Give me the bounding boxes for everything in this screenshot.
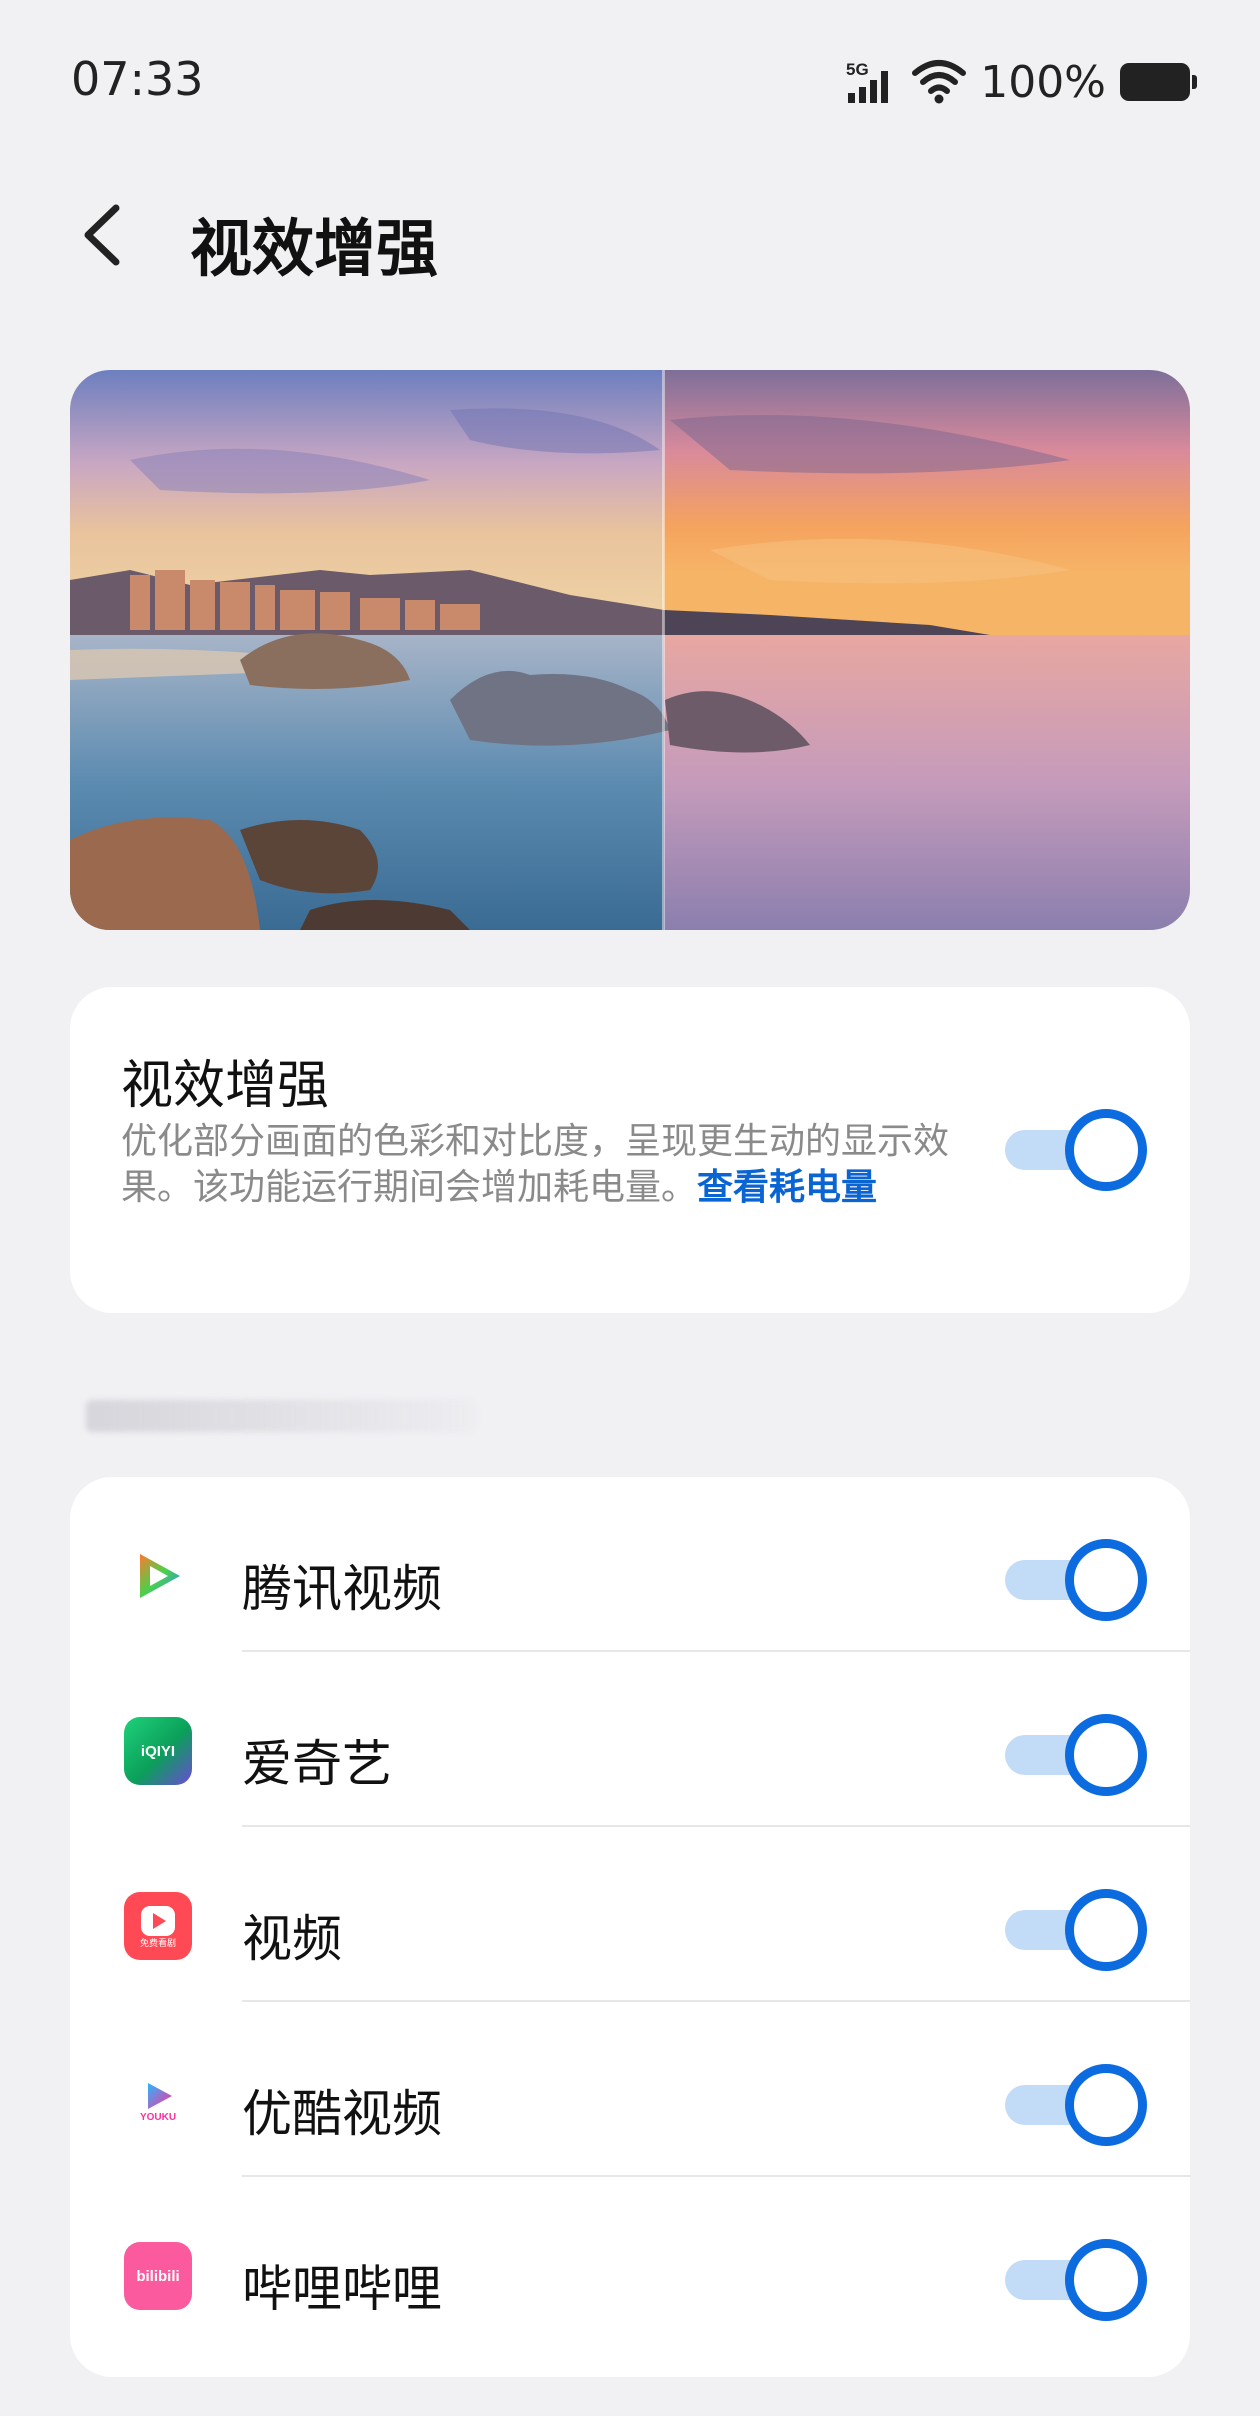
iqiyi-logo-text: iQIYI	[140, 1742, 176, 1760]
app-toggle[interactable]	[1005, 2239, 1147, 2321]
status-bar: 07:33 5G 100%	[0, 0, 1260, 165]
power-usage-link[interactable]: 查看耗电量	[697, 1167, 877, 1208]
app-row-bilibili[interactable]: bilibili 哔哩哔哩	[70, 2177, 1190, 2352]
setting-title: 视效增强	[121, 1056, 330, 1116]
app-name: 哔哩哔哩	[242, 2260, 442, 2318]
preview-image	[70, 370, 1190, 930]
toggle-knob	[1065, 1539, 1147, 1621]
battery-icon	[1120, 63, 1197, 101]
bilibili-icon: bilibili	[124, 2242, 192, 2310]
toggle-knob	[1065, 1714, 1147, 1796]
blurred-text	[86, 1400, 476, 1432]
app-name: 视频	[242, 1910, 342, 1968]
app-toggle[interactable]	[1005, 1889, 1147, 1971]
main-setting-card: 视效增强 优化部分画面的色彩和对比度，呈现更生动的显示效果。该功能运行期间会增加…	[70, 987, 1190, 1313]
youku-logo-text: YOUKU	[139, 2112, 177, 2123]
header: 视效增强	[0, 180, 1260, 290]
status-indicators: 5G 100%	[846, 56, 1197, 108]
app-row-video[interactable]: 免费看剧 视频	[70, 1827, 1190, 2002]
toggle-knob	[1065, 1889, 1147, 1971]
bilibili-logo-text: bilibili	[136, 2267, 180, 2285]
status-time: 07:33	[71, 52, 204, 106]
tencent-video-icon	[124, 1542, 192, 1610]
setting-description: 优化部分画面的色彩和对比度，呈现更生动的显示效果。该功能运行期间会增加耗电量。查…	[121, 1119, 1001, 1211]
iqiyi-icon: iQIYI	[124, 1717, 192, 1785]
wifi-icon	[912, 60, 967, 104]
toggle-knob	[1065, 1109, 1147, 1191]
app-toggle[interactable]	[1005, 1714, 1147, 1796]
app-name: 腾讯视频	[242, 1560, 442, 1618]
page-title: 视效增强	[190, 212, 439, 285]
toggle-knob	[1065, 2239, 1147, 2321]
app-row-youku[interactable]: YOUKU 优酷视频	[70, 2002, 1190, 2177]
app-toggle[interactable]	[1005, 1539, 1147, 1621]
video-app-icon: 免费看剧	[124, 1892, 192, 1960]
app-row-iqiyi[interactable]: iQIYI 爱奇艺	[70, 1652, 1190, 1827]
svg-text:5G: 5G	[846, 60, 869, 79]
apps-card: 腾讯视频 iQIYI 爱奇艺 免费看剧 视频 YOUKU 优酷视频 bilibi…	[70, 1477, 1190, 2377]
toggle-knob	[1065, 2064, 1147, 2146]
back-arrow-icon[interactable]	[70, 200, 140, 270]
battery-percent: 100%	[980, 56, 1106, 108]
app-row-tencent-video[interactable]: 腾讯视频	[70, 1477, 1190, 1652]
signal-5g-icon: 5G	[846, 60, 889, 103]
app-toggle[interactable]	[1005, 2064, 1147, 2146]
app-name: 优酷视频	[242, 2085, 442, 2143]
video-app-badge: 免费看剧	[139, 1939, 176, 1949]
main-toggle[interactable]	[1005, 1109, 1147, 1191]
section-label-blurred	[86, 1396, 486, 1436]
youku-icon: YOUKU	[124, 2067, 192, 2135]
app-name: 爱奇艺	[242, 1735, 392, 1793]
